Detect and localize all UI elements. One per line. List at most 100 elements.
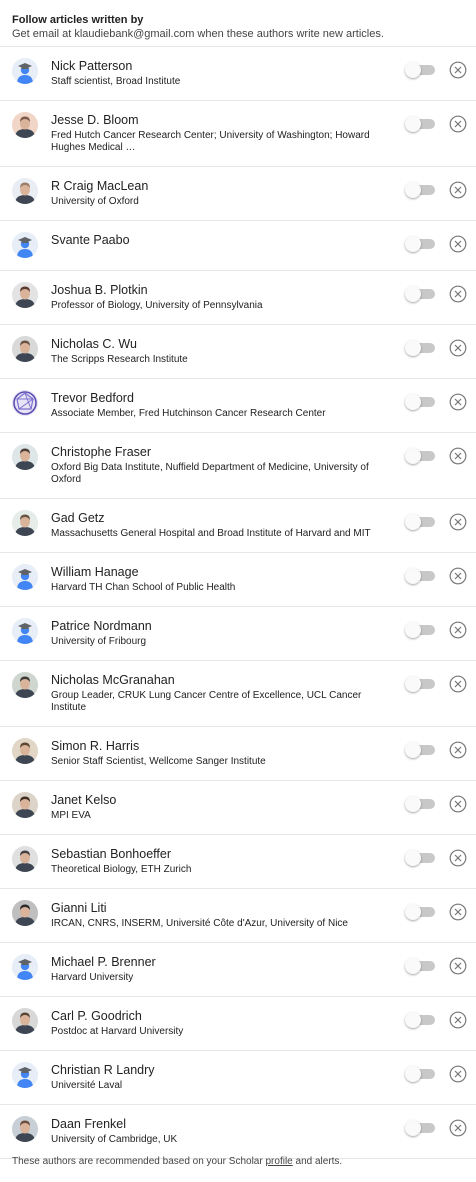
- avatar: [12, 282, 38, 308]
- follow-toggle[interactable]: [405, 62, 435, 78]
- avatar: [12, 738, 38, 764]
- close-circle-icon: [449, 447, 467, 465]
- remove-author-button[interactable]: [449, 1119, 467, 1137]
- follow-toggle[interactable]: [405, 394, 435, 410]
- avatar: [12, 336, 38, 362]
- follow-toggle[interactable]: [405, 116, 435, 132]
- recommendation-note: These authors are recommended based on y…: [12, 1156, 342, 1167]
- author-name: Christophe Fraser: [51, 445, 152, 459]
- close-circle-icon: [449, 567, 467, 585]
- follow-toggle[interactable]: [405, 182, 435, 198]
- author-affiliation: Professor of Biology, University of Penn…: [51, 300, 263, 311]
- toggle-knob: [405, 340, 421, 356]
- author-row-joshua-b-plotkin: Joshua B. Plotkin Professor of Biology, U…: [0, 271, 476, 325]
- follow-toggle[interactable]: [405, 236, 435, 252]
- remove-author-button[interactable]: [449, 795, 467, 813]
- follow-toggle[interactable]: [405, 340, 435, 356]
- follow-toggle[interactable]: [405, 286, 435, 302]
- remove-author-button[interactable]: [449, 741, 467, 759]
- remove-author-button[interactable]: [449, 61, 467, 79]
- remove-author-button[interactable]: [449, 393, 467, 411]
- close-circle-icon: [449, 849, 467, 867]
- close-circle-icon: [449, 61, 467, 79]
- toggle-knob: [405, 394, 421, 410]
- remove-author-button[interactable]: [449, 339, 467, 357]
- default-avatar-icon: [12, 1062, 38, 1088]
- footer-text-after: and alerts.: [292, 1156, 343, 1167]
- author-name: Nick Patterson: [51, 59, 133, 73]
- author-row-svante-paabo: Svante Paabo: [0, 221, 476, 271]
- author-affiliation: Harvard TH Chan School of Public Health: [51, 582, 236, 593]
- follow-toggle[interactable]: [405, 1120, 435, 1136]
- toggle-knob: [405, 850, 421, 866]
- author-name: Nicholas McGranahan: [51, 673, 175, 687]
- follow-toggle[interactable]: [405, 904, 435, 920]
- profile-link[interactable]: profile: [265, 1156, 292, 1167]
- author-name: Michael P. Brenner: [51, 955, 156, 969]
- follow-toggle[interactable]: [405, 622, 435, 638]
- author-name: R Craig MacLean: [51, 179, 149, 193]
- remove-author-button[interactable]: [449, 181, 467, 199]
- toggle-knob: [405, 1066, 421, 1082]
- follow-toggle[interactable]: [405, 1012, 435, 1028]
- close-circle-icon: [449, 1119, 467, 1137]
- author-affiliation: MPI EVA: [51, 810, 91, 821]
- author-name: William Hanage: [51, 565, 139, 579]
- author-affiliation: Oxford Big Data Institute, Nuffield Depa…: [51, 462, 369, 485]
- default-avatar-icon: [12, 232, 38, 258]
- avatar: [12, 112, 38, 138]
- remove-author-button[interactable]: [449, 675, 467, 693]
- follow-header: Follow articles written by Get email at …: [12, 14, 472, 41]
- close-circle-icon: [449, 795, 467, 813]
- remove-author-button[interactable]: [449, 513, 467, 531]
- author-row-r-craig-maclean: R Craig MacLean University of Oxford: [0, 167, 476, 221]
- avatar: [12, 1008, 38, 1034]
- remove-author-button[interactable]: [449, 285, 467, 303]
- author-affiliation: Harvard University: [51, 972, 134, 983]
- author-row-nicholas-c-wu: Nicholas C. Wu The Scripps Research Insti…: [0, 325, 476, 379]
- close-circle-icon: [449, 957, 467, 975]
- remove-author-button[interactable]: [449, 115, 467, 133]
- remove-author-button[interactable]: [449, 957, 467, 975]
- follow-toggle[interactable]: [405, 1066, 435, 1082]
- close-circle-icon: [449, 1011, 467, 1029]
- author-name: Nicholas C. Wu: [51, 337, 137, 351]
- author-name: Gad Getz: [51, 511, 105, 525]
- remove-author-button[interactable]: [449, 849, 467, 867]
- author-row-jesse-d-bloom: Jesse D. Bloom Fred Hutch Cancer Research…: [0, 101, 476, 167]
- author-row-christian-r-landry: Christian R Landry Université Laval: [0, 1051, 476, 1105]
- remove-author-button[interactable]: [449, 1011, 467, 1029]
- author-name: Janet Kelso: [51, 793, 117, 807]
- toggle-knob: [405, 1120, 421, 1136]
- remove-author-button[interactable]: [449, 447, 467, 465]
- author-name: Carl P. Goodrich: [51, 1009, 142, 1023]
- follow-toggle[interactable]: [405, 958, 435, 974]
- author-row-michael-p-brenner: Michael P. Brenner Harvard University: [0, 943, 476, 997]
- toggle-knob: [405, 958, 421, 974]
- follow-toggle[interactable]: [405, 448, 435, 464]
- remove-author-button[interactable]: [449, 1065, 467, 1083]
- avatar: [12, 510, 38, 536]
- follow-toggle[interactable]: [405, 796, 435, 812]
- remove-author-button[interactable]: [449, 235, 467, 253]
- follow-toggle[interactable]: [405, 568, 435, 584]
- remove-author-button[interactable]: [449, 567, 467, 585]
- author-row-trevor-bedford: Trevor Bedford Associate Member, Fred Hut…: [0, 379, 476, 433]
- follow-toggle[interactable]: [405, 850, 435, 866]
- avatar: [12, 900, 38, 926]
- follow-toggle[interactable]: [405, 742, 435, 758]
- author-affiliation: Group Leader, CRUK Lung Cancer Centre of…: [51, 690, 362, 713]
- toggle-knob: [405, 448, 421, 464]
- author-name: Christian R Landry: [51, 1063, 155, 1077]
- remove-author-button[interactable]: [449, 621, 467, 639]
- follow-subtitle: Get email at klaudiebank@gmail.com when …: [12, 28, 384, 40]
- toggle-knob: [405, 62, 421, 78]
- author-name: Gianni Liti: [51, 901, 107, 915]
- default-avatar-icon: [12, 618, 38, 644]
- follow-toggle[interactable]: [405, 676, 435, 692]
- default-avatar-icon: [12, 58, 38, 84]
- remove-author-button[interactable]: [449, 903, 467, 921]
- default-avatar-icon: [12, 954, 38, 980]
- follow-toggle[interactable]: [405, 514, 435, 530]
- toggle-knob: [405, 568, 421, 584]
